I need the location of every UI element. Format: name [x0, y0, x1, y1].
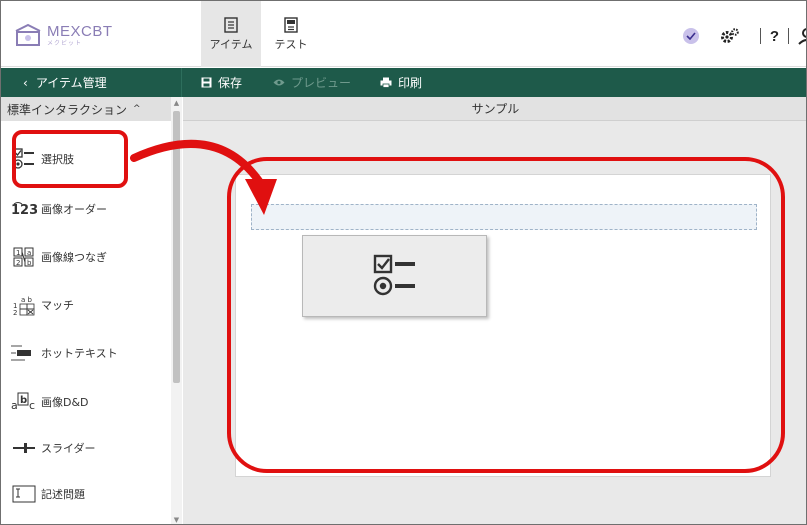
app-window: MEXCBT メクビット アイテム テスト ? ‹ アイテム管理 保存 プレビュ… [0, 0, 807, 525]
save-label: 保存 [218, 76, 243, 90]
scroll-up-arrow-icon[interactable]: ▲ [172, 98, 181, 108]
svg-text:1: 1 [16, 249, 20, 257]
svg-text:c: c [29, 399, 35, 412]
logo[interactable]: MEXCBT メクビット [13, 23, 113, 47]
save-icon [201, 77, 212, 88]
preview-label: プレビュー [291, 76, 352, 90]
check-badge-icon[interactable] [682, 28, 699, 44]
editor-title: サンプル [471, 102, 520, 116]
help-button[interactable]: ? [770, 28, 779, 45]
gear-icon[interactable] [719, 27, 741, 45]
tab-item[interactable]: アイテム [201, 1, 261, 67]
highlight-choice-annotation [12, 130, 128, 188]
chevron-left-icon: ‹ [23, 75, 28, 90]
palette-item-text-entry[interactable]: 記述問題 [11, 474, 166, 514]
hottext-icon [11, 340, 37, 366]
palette-item-hottext[interactable]: ホットテキスト [11, 333, 166, 373]
top-bar: MEXCBT メクビット アイテム テスト ? [1, 1, 807, 67]
drag-drop-icon: a b c [11, 389, 37, 415]
divider [181, 68, 182, 97]
palette-item-label: 画像線つなぎ [41, 251, 107, 264]
palette-item-label: 記述問題 [41, 488, 85, 501]
palette-item-match[interactable]: a b 1 2 マッチ [11, 285, 166, 325]
svg-text:b: b [20, 395, 27, 406]
svg-text:123: 123 [11, 203, 37, 217]
test-document-icon [284, 16, 298, 33]
print-label: 印刷 [398, 76, 423, 90]
palette-item-label: 画像D&D [41, 396, 89, 409]
svg-text:b: b [27, 259, 32, 267]
tab-test-label: テスト [274, 37, 308, 51]
svg-text:2: 2 [13, 309, 17, 316]
palette-scrollbar-thumb[interactable] [173, 111, 180, 383]
logo-title: MEXCBT [47, 22, 113, 40]
svg-text:a b: a b [21, 296, 33, 304]
palette-item-label: スライダー [41, 442, 96, 455]
top-right-controls: ? [682, 27, 807, 45]
palette-item-slider[interactable]: スライダー [11, 428, 166, 468]
highlight-canvas-annotation [227, 157, 785, 473]
logo-mark-icon [13, 23, 43, 47]
back-link-label: アイテム管理 [35, 76, 107, 90]
preview-button[interactable]: プレビュー [273, 68, 351, 97]
scroll-down-arrow-icon[interactable]: ▼ [172, 515, 181, 524]
logo-subtitle: メクビット [47, 39, 83, 47]
match-icon: a b 1 2 [11, 292, 37, 318]
svg-text:a: a [11, 399, 18, 412]
print-icon [380, 77, 392, 88]
divider [788, 28, 789, 44]
svg-text:a: a [27, 249, 31, 257]
chevron-up-icon: ^ [133, 104, 141, 114]
tab-test[interactable]: テスト [261, 1, 321, 67]
palette-item-line-connect[interactable]: 1 a 2 b 画像線つなぎ [11, 237, 166, 277]
top-nav: アイテム テスト [201, 1, 321, 67]
editor-title-bar: サンプル [183, 97, 806, 121]
palette-item-label: 画像オーダー [41, 203, 107, 216]
svg-text:2: 2 [16, 259, 20, 267]
save-button[interactable]: 保存 [201, 68, 242, 97]
tab-item-label: アイテム [209, 37, 253, 51]
order-icon: 123 [11, 196, 37, 222]
back-to-item-management-link[interactable]: ‹ アイテム管理 [1, 68, 181, 97]
user-icon[interactable] [798, 27, 807, 45]
palette-item-image-dnd[interactable]: a b c 画像D&D [11, 382, 166, 422]
text-entry-icon [11, 481, 37, 507]
slider-icon [11, 435, 37, 461]
palette-section-title: 標準インタラクション [7, 102, 128, 117]
divider [759, 28, 761, 44]
palette-item-label: マッチ [41, 299, 74, 312]
palette-item-label: ホットテキスト [41, 347, 118, 360]
eye-icon [273, 79, 285, 86]
action-toolbar: ‹ アイテム管理 保存 プレビュー 印刷 [1, 68, 806, 97]
palette-section-header[interactable]: 標準インタラクション ^ [1, 97, 171, 121]
item-document-icon [224, 16, 238, 33]
palette-item-image-order[interactable]: 123 画像オーダー [11, 189, 166, 229]
print-button[interactable]: 印刷 [380, 68, 422, 97]
line-connect-icon: 1 a 2 b [11, 244, 37, 270]
